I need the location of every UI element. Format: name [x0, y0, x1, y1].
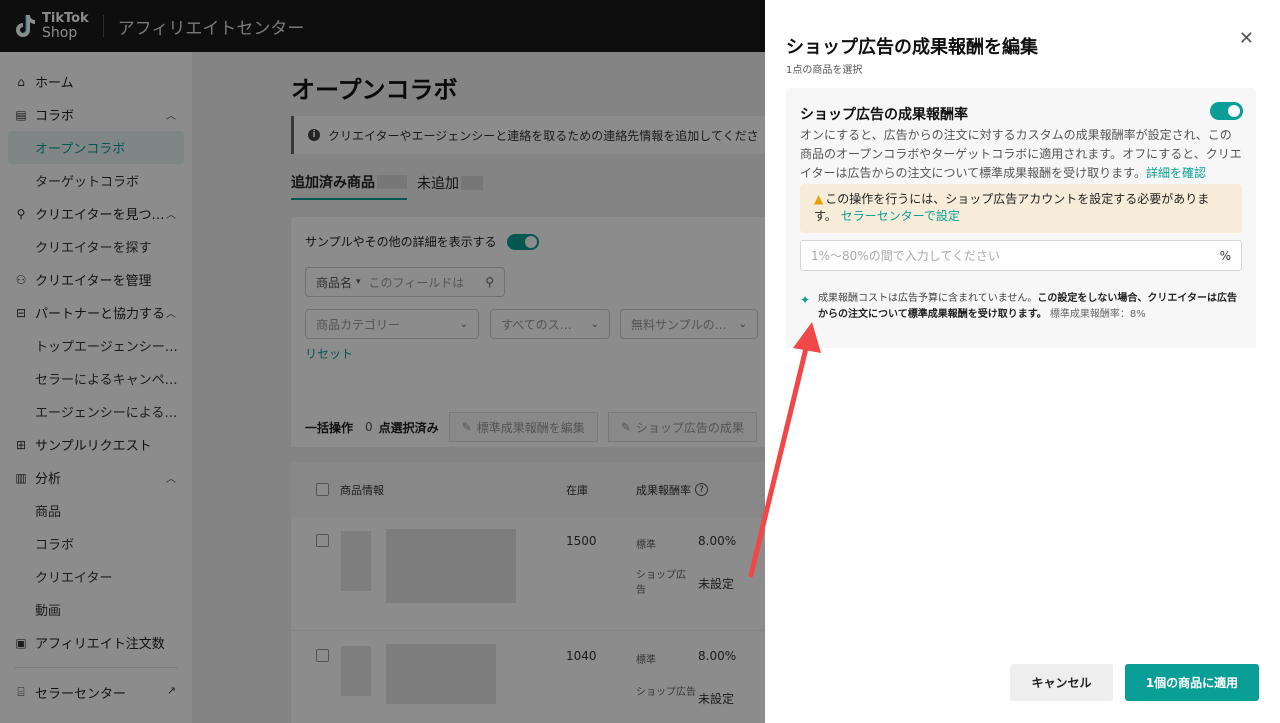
commission-rate-input[interactable]: 1%〜80%の間で入力してください % — [800, 240, 1242, 271]
learn-more-link[interactable]: 詳細を確認 — [1146, 166, 1206, 180]
seller-center-setup-link[interactable]: セラーセンターで設定 — [841, 209, 960, 223]
edit-shop-ads-commission-drawer: ショップ広告の成果報酬を編集 1点の商品を選択 ✕ ショップ広告の成果報酬率 オ… — [765, 0, 1280, 723]
warning-icon: ▲ — [814, 192, 824, 206]
shop-ads-commission-toggle[interactable] — [1210, 102, 1243, 120]
percent-unit: % — [1219, 248, 1231, 263]
close-icon[interactable]: ✕ — [1239, 30, 1254, 48]
setting-description: オンにすると、広告からの注文に対するカスタムの成果報酬率が設定され、この商品のオ… — [800, 126, 1242, 183]
drawer-title: ショップ広告の成果報酬を編集 — [786, 37, 1038, 58]
commission-note: ✦ 成果報酬コストは広告予算に含まれていません。この設定をしない場合、クリエイタ… — [800, 291, 1242, 323]
sparkle-icon: ✦ — [800, 293, 811, 307]
note-text: 成果報酬コストは広告予算に含まれていません。 — [818, 293, 1038, 304]
cancel-button[interactable]: キャンセル — [1010, 664, 1113, 701]
warning-banner: ▲ この操作を行うには、ショップ広告アカウントを設定する必要があります。 セラーセ… — [800, 184, 1242, 233]
setting-title: ショップ広告の成果報酬率 — [800, 107, 968, 123]
commission-rate-placeholder: 1%〜80%の間で入力してください — [811, 249, 1000, 263]
shop-ads-commission-setting: ショップ広告の成果報酬率 オンにすると、広告からの注文に対するカスタムの成果報酬… — [786, 88, 1256, 348]
modal-backdrop[interactable] — [0, 0, 765, 723]
standard-rate-note: 標準成果報酬率：8% — [1049, 309, 1146, 320]
apply-button[interactable]: 1個の商品に適用 — [1125, 664, 1259, 701]
drawer-subtitle: 1点の商品を選択 — [786, 65, 863, 76]
